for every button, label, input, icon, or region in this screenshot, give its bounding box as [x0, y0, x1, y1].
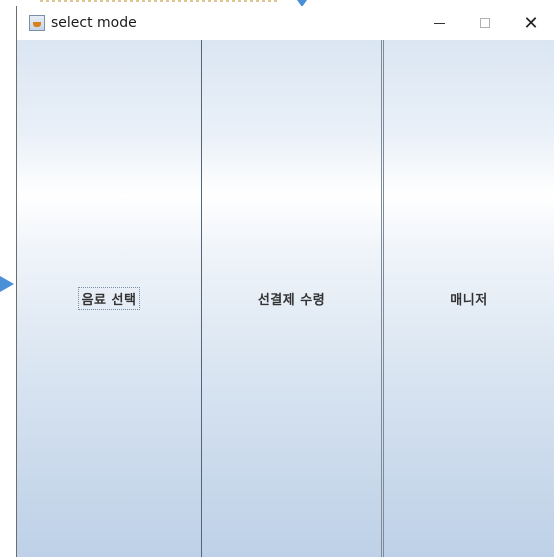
select-mode-window: select mode ✕ 음료 선택 선결제 수령 매니저 — [16, 6, 554, 557]
desktop: select mode ✕ 음료 선택 선결제 수령 매니저 — [0, 0, 554, 557]
manager-label: 매니저 — [450, 293, 488, 308]
window-controls: ✕ — [416, 6, 554, 40]
background-strip — [40, 0, 280, 2]
close-icon: ✕ — [523, 12, 539, 34]
prepaid-pickup-label: 선결제 수령 — [257, 293, 326, 308]
background-arrow-icon — [0, 276, 14, 292]
select-drink-label: 음료 선택 — [77, 287, 141, 310]
minimize-button[interactable] — [416, 6, 462, 40]
mode-panel: 음료 선택 선결제 수령 매니저 — [17, 40, 554, 557]
manager-button[interactable]: 매니저 — [384, 40, 554, 557]
java-app-icon — [29, 15, 45, 31]
select-drink-button[interactable]: 음료 선택 — [17, 40, 202, 557]
close-button[interactable]: ✕ — [508, 6, 554, 40]
maximize-button[interactable] — [462, 6, 508, 40]
maximize-icon — [480, 18, 490, 28]
prepaid-pickup-button[interactable]: 선결제 수령 — [202, 40, 384, 557]
title-bar[interactable]: select mode ✕ — [17, 6, 554, 40]
minimize-icon — [433, 22, 445, 24]
window-title: select mode — [51, 15, 137, 31]
